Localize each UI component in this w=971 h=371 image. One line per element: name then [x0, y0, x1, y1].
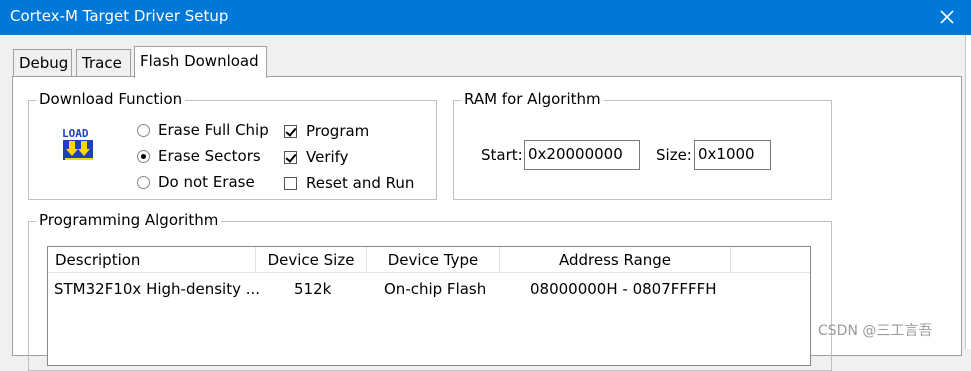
column-header-description-label: Description	[55, 251, 141, 269]
row-address-range: 08000000H - 0807FFFFH	[530, 280, 717, 298]
watermark: CSDN @三工言吾	[818, 323, 933, 339]
radio-erase-full-chip[interactable]: Erase Full Chip	[137, 121, 269, 139]
column-header-device-type[interactable]: Device Type	[367, 247, 500, 273]
download-function-group: Download Function LOAD Erase Full Chip E…	[28, 90, 437, 200]
load-icon-text: LOAD	[62, 127, 89, 140]
radio-do-not-erase-indicator[interactable]	[137, 175, 150, 189]
check-reset-and-run-box[interactable]	[284, 176, 297, 190]
size-value: 0x1000	[698, 145, 755, 163]
size-input[interactable]: 0x1000	[694, 140, 771, 170]
tab-trace[interactable]: Trace	[76, 49, 131, 77]
start-label: Start:	[481, 146, 523, 164]
programming-algorithm-legend: Programming Algorithm	[36, 211, 222, 229]
check-verify-label: Verify	[306, 148, 349, 166]
flash-download-panel: Download Function LOAD Erase Full Chip E…	[12, 76, 962, 371]
tab-flash-download[interactable]: Flash Download	[134, 46, 267, 78]
radio-do-not-erase[interactable]: Do not Erase	[137, 173, 255, 191]
check-reset-and-run[interactable]: Reset and Run	[284, 174, 414, 192]
check-reset-and-run-label: Reset and Run	[306, 174, 415, 192]
row-device-size: 512k	[294, 280, 332, 298]
radio-erase-full-chip-indicator[interactable]	[137, 123, 150, 137]
size-label: Size:	[656, 146, 692, 164]
radio-erase-sectors-indicator[interactable]	[137, 149, 150, 163]
column-header-address-range[interactable]: Address Range	[500, 247, 731, 273]
ram-legend: RAM for Algorithm	[461, 90, 604, 108]
algorithm-list[interactable]: Description Device Size Device Type Addr…	[47, 246, 811, 366]
window-edge	[965, 35, 971, 349]
check-verify-box[interactable]	[284, 150, 297, 164]
tab-flash-download-label: Flash Download	[140, 52, 259, 70]
tab-debug-label: Debug	[19, 54, 69, 72]
start-address-value: 0x20000000	[528, 145, 623, 163]
column-header-filler	[731, 247, 810, 273]
window-title: Cortex-M Target Driver Setup	[10, 7, 229, 25]
tab-debug[interactable]: Debug	[13, 49, 72, 77]
row-description: STM32F10x High-density ...	[54, 280, 261, 298]
column-header-description[interactable]: Description	[48, 247, 256, 273]
radio-do-not-erase-label: Do not Erase	[158, 173, 255, 191]
row-device-type: On-chip Flash	[384, 280, 487, 298]
check-program-label: Program	[306, 122, 370, 140]
radio-erase-full-chip-label: Erase Full Chip	[158, 121, 269, 139]
download-function-legend: Download Function	[36, 90, 186, 108]
check-program-box[interactable]	[284, 124, 297, 138]
load-icon: LOAD	[59, 125, 99, 163]
check-program[interactable]: Program	[284, 122, 369, 140]
close-icon[interactable]	[937, 7, 957, 27]
radio-erase-sectors[interactable]: Erase Sectors	[137, 147, 261, 165]
check-verify[interactable]: Verify	[284, 148, 349, 166]
start-address-input[interactable]: 0x20000000	[524, 140, 640, 170]
radio-erase-sectors-label: Erase Sectors	[158, 147, 261, 165]
column-header-address-range-label: Address Range	[558, 251, 672, 269]
title-bar: Cortex-M Target Driver Setup	[0, 0, 971, 35]
column-header-device-type-label: Device Type	[387, 251, 479, 269]
ram-for-algorithm-group: RAM for Algorithm Start: 0x20000000 Size…	[453, 90, 832, 200]
column-header-device-size[interactable]: Device Size	[256, 247, 367, 273]
tab-trace-label: Trace	[82, 54, 122, 72]
column-header-device-size-label: Device Size	[267, 251, 355, 269]
